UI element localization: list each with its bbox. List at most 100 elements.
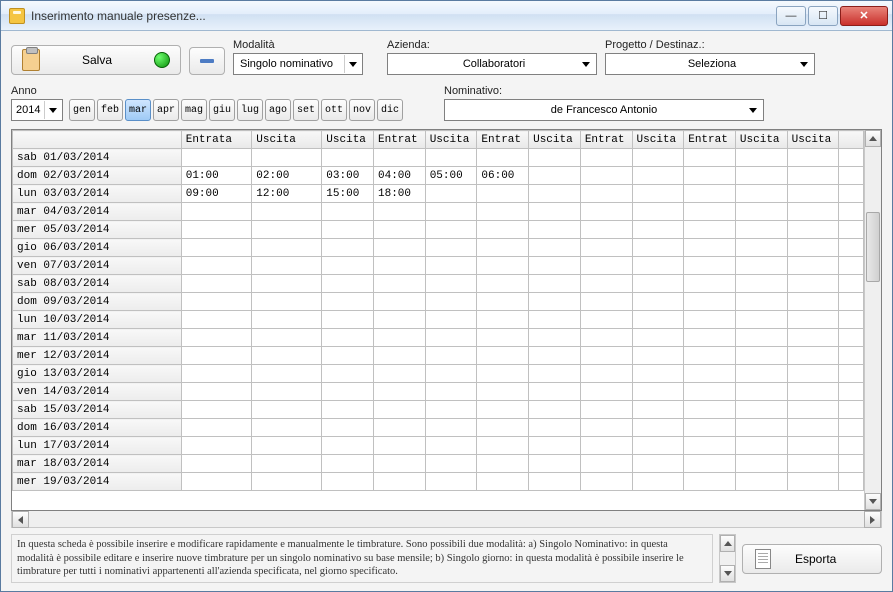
time-cell[interactable] — [374, 437, 426, 455]
time-cell[interactable] — [425, 149, 477, 167]
time-cell[interactable] — [735, 239, 787, 257]
time-cell[interactable] — [252, 221, 322, 239]
scroll-down-button[interactable] — [720, 565, 735, 582]
time-cell[interactable] — [632, 455, 684, 473]
time-cell[interactable] — [425, 293, 477, 311]
month-feb[interactable]: feb — [97, 99, 123, 121]
time-cell[interactable] — [477, 365, 529, 383]
time-cell[interactable] — [787, 167, 839, 185]
time-cell[interactable]: 09:00 — [181, 185, 252, 203]
time-cell[interactable] — [580, 185, 632, 203]
time-cell[interactable] — [181, 239, 252, 257]
vertical-scrollbar[interactable] — [864, 130, 881, 510]
scroll-right-button[interactable] — [864, 511, 881, 528]
time-cell[interactable] — [529, 275, 581, 293]
time-cell[interactable] — [787, 185, 839, 203]
col-header[interactable]: Uscita — [529, 131, 581, 149]
time-cell[interactable] — [322, 437, 374, 455]
time-cell[interactable] — [787, 437, 839, 455]
month-lug[interactable]: lug — [237, 99, 263, 121]
time-cell[interactable]: 05:00 — [425, 167, 477, 185]
time-cell[interactable] — [181, 221, 252, 239]
time-cell[interactable] — [477, 419, 529, 437]
time-cell[interactable] — [322, 347, 374, 365]
col-header[interactable] — [839, 131, 864, 149]
time-cell[interactable] — [735, 221, 787, 239]
time-cell[interactable] — [425, 185, 477, 203]
time-cell[interactable] — [477, 347, 529, 365]
time-cell[interactable] — [529, 401, 581, 419]
time-cell[interactable] — [477, 437, 529, 455]
time-cell[interactable] — [632, 437, 684, 455]
time-cell[interactable] — [425, 239, 477, 257]
time-cell[interactable] — [580, 347, 632, 365]
month-ago[interactable]: ago — [265, 99, 291, 121]
progetto-select[interactable]: Seleziona — [605, 53, 815, 75]
time-cell[interactable] — [322, 455, 374, 473]
time-cell[interactable] — [252, 437, 322, 455]
time-cell[interactable] — [684, 383, 736, 401]
time-cell[interactable] — [252, 293, 322, 311]
time-cell[interactable] — [632, 239, 684, 257]
remove-button[interactable] — [189, 47, 225, 75]
time-cell[interactable] — [322, 203, 374, 221]
time-cell[interactable] — [252, 347, 322, 365]
time-cell[interactable] — [477, 185, 529, 203]
time-cell[interactable] — [580, 239, 632, 257]
time-cell[interactable]: 01:00 — [181, 167, 252, 185]
save-button[interactable]: Salva — [11, 45, 181, 75]
time-cell[interactable] — [787, 473, 839, 491]
time-cell[interactable] — [529, 347, 581, 365]
time-cell[interactable] — [529, 437, 581, 455]
time-cell[interactable] — [425, 401, 477, 419]
time-cell[interactable] — [684, 455, 736, 473]
time-cell[interactable] — [632, 311, 684, 329]
time-cell[interactable] — [787, 275, 839, 293]
time-cell[interactable] — [735, 419, 787, 437]
time-cell[interactable] — [425, 347, 477, 365]
time-cell[interactable] — [322, 257, 374, 275]
time-cell[interactable] — [252, 149, 322, 167]
month-giu[interactable]: giu — [209, 99, 235, 121]
scroll-thumb[interactable] — [866, 212, 880, 282]
time-cell[interactable] — [735, 455, 787, 473]
time-cell[interactable] — [787, 239, 839, 257]
time-cell[interactable] — [684, 275, 736, 293]
time-cell[interactable] — [374, 455, 426, 473]
time-cell[interactable] — [425, 383, 477, 401]
time-cell[interactable] — [632, 257, 684, 275]
time-cell[interactable] — [181, 149, 252, 167]
time-cell[interactable] — [181, 203, 252, 221]
time-cell[interactable] — [252, 203, 322, 221]
time-cell[interactable] — [477, 275, 529, 293]
time-cell[interactable] — [735, 437, 787, 455]
time-cell[interactable] — [787, 383, 839, 401]
col-header[interactable]: Uscita — [252, 131, 322, 149]
time-cell[interactable] — [735, 275, 787, 293]
time-cell[interactable] — [181, 455, 252, 473]
time-cell[interactable] — [322, 419, 374, 437]
time-cell[interactable] — [632, 185, 684, 203]
time-cell[interactable] — [632, 167, 684, 185]
time-cell[interactable] — [252, 473, 322, 491]
time-cell[interactable] — [632, 473, 684, 491]
time-cell[interactable] — [787, 293, 839, 311]
time-cell[interactable] — [529, 455, 581, 473]
time-cell[interactable] — [322, 149, 374, 167]
month-apr[interactable]: apr — [153, 99, 179, 121]
time-cell[interactable] — [684, 167, 736, 185]
time-cell[interactable] — [181, 257, 252, 275]
month-mag[interactable]: mag — [181, 99, 207, 121]
time-cell[interactable] — [322, 239, 374, 257]
time-cell[interactable] — [477, 311, 529, 329]
col-header[interactable]: Uscita — [322, 131, 374, 149]
time-cell[interactable] — [425, 437, 477, 455]
time-cell[interactable] — [684, 257, 736, 275]
time-cell[interactable] — [580, 437, 632, 455]
scroll-track[interactable] — [865, 147, 881, 493]
time-cell[interactable] — [529, 311, 581, 329]
time-cell[interactable] — [529, 329, 581, 347]
time-cell[interactable] — [787, 401, 839, 419]
time-cell[interactable] — [252, 455, 322, 473]
time-cell[interactable] — [735, 167, 787, 185]
